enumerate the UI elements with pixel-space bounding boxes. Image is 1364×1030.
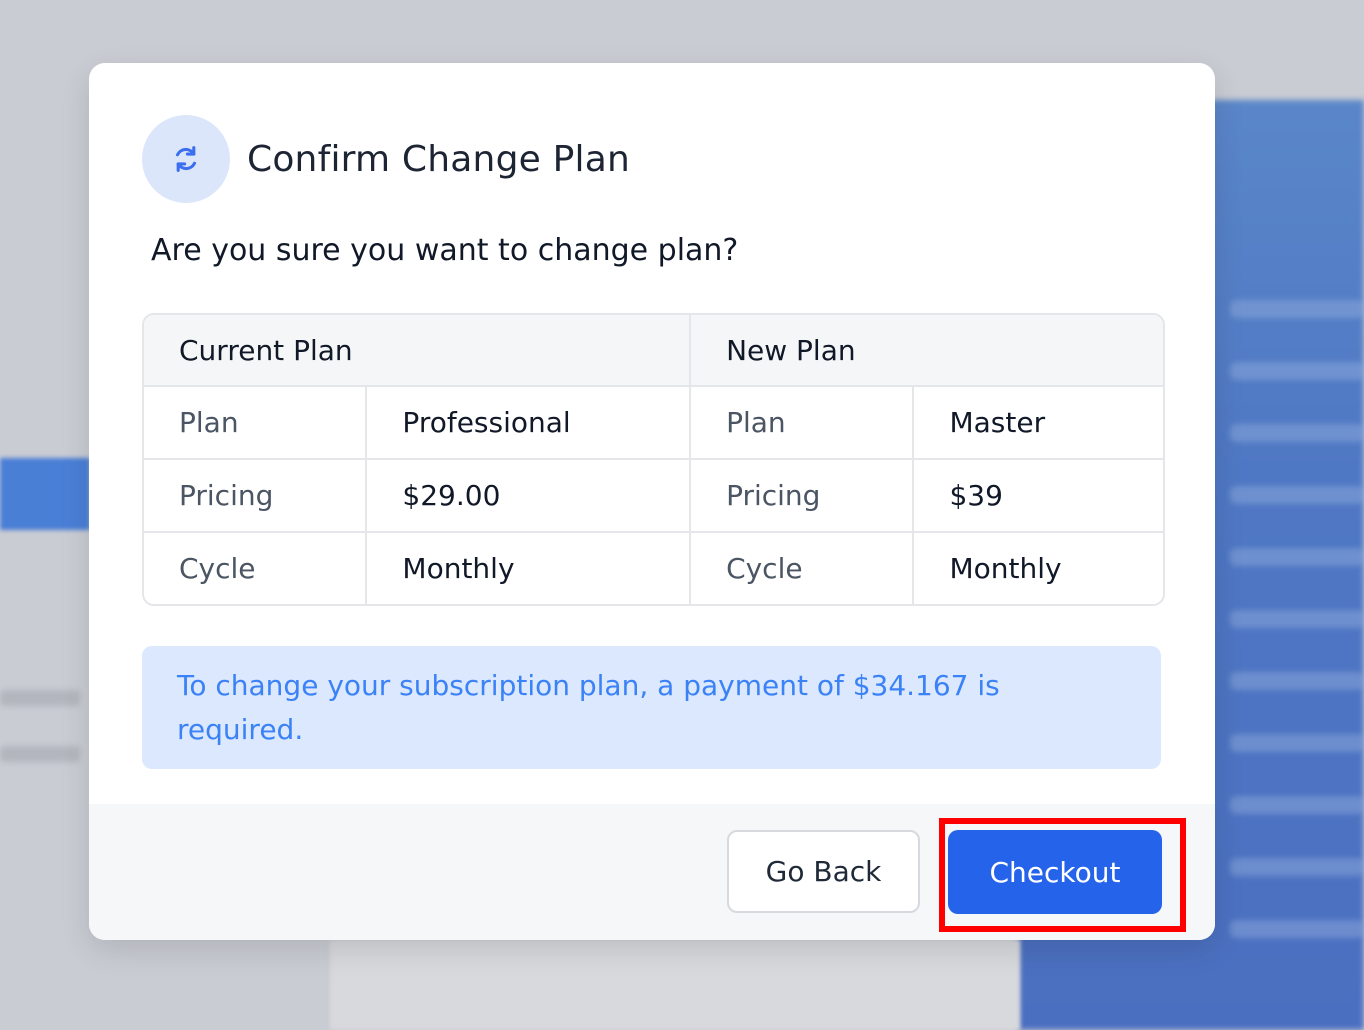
background-sidebar-active-item xyxy=(0,458,90,530)
background-sidebar-items xyxy=(0,690,80,780)
background-right-panel-items xyxy=(1230,300,1364,1000)
current-pricing-value: $29.00 xyxy=(365,459,691,533)
new-plan-label: Plan xyxy=(689,386,914,460)
new-cycle-value: Monthly xyxy=(912,532,1163,604)
current-cycle-value: Monthly xyxy=(365,532,691,604)
confirm-change-plan-dialog: Confirm Change Plan Are you sure you wan… xyxy=(89,63,1215,940)
payment-notice: To change your subscription plan, a paym… xyxy=(142,646,1161,769)
plan-comparison-table: Current Plan New Plan Plan Professional … xyxy=(142,313,1165,606)
new-plan-value: Master xyxy=(912,386,1163,460)
table-row: Plan Professional Plan Master xyxy=(144,386,1163,460)
dialog-header: Confirm Change Plan xyxy=(142,115,630,203)
current-plan-value: Professional xyxy=(365,386,691,460)
new-cycle-label: Cycle xyxy=(689,532,914,604)
table-row: Cycle Monthly Cycle Monthly xyxy=(144,532,1163,604)
table-header-row: Current Plan New Plan xyxy=(144,315,1163,387)
confirmation-question: Are you sure you want to change plan? xyxy=(151,233,739,268)
current-cycle-label: Cycle xyxy=(179,552,256,585)
dialog-title: Confirm Change Plan xyxy=(247,138,630,180)
new-pricing-value: $39 xyxy=(912,459,1163,533)
new-plan-header: New Plan xyxy=(689,315,1163,387)
background-content-area xyxy=(330,940,1020,1030)
current-plan-header: Current Plan xyxy=(144,315,691,387)
table-row: Pricing $29.00 Pricing $39 xyxy=(144,459,1163,533)
new-pricing-label: Pricing xyxy=(689,459,914,533)
current-pricing-label: Pricing xyxy=(144,459,367,533)
go-back-button[interactable]: Go Back xyxy=(727,830,920,913)
checkout-button[interactable]: Checkout xyxy=(948,830,1162,914)
current-plan-label: Plan xyxy=(144,386,367,460)
refresh-icon xyxy=(142,115,230,203)
dialog-footer: Go Back Checkout xyxy=(89,804,1215,940)
